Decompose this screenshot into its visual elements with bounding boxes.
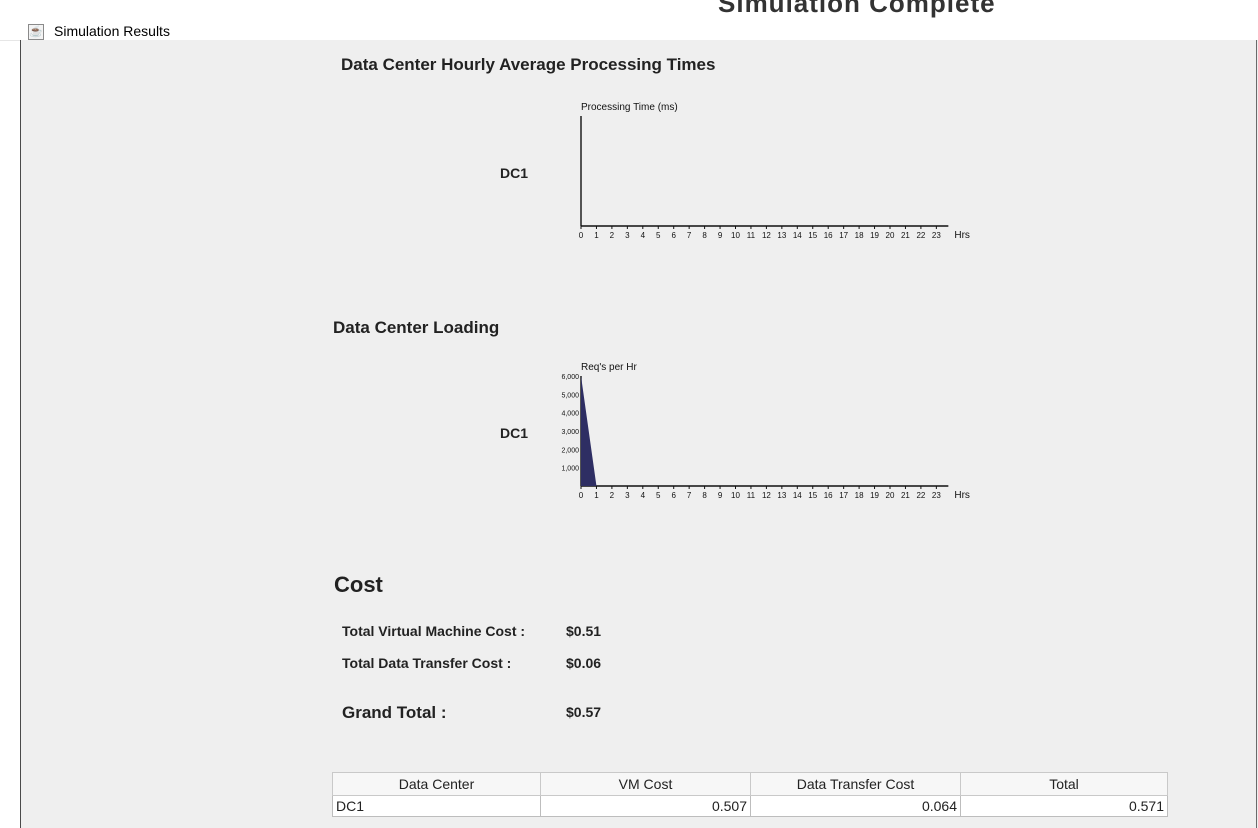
x-tick-label: 18 xyxy=(855,231,864,240)
grand-total-label: Grand Total : xyxy=(342,703,447,722)
x-tick-label: 12 xyxy=(762,491,771,500)
x-tick-label: 2 xyxy=(610,231,615,240)
series-area-dc1 xyxy=(581,376,937,486)
x-tick-label: 15 xyxy=(808,231,817,240)
x-tick-label: 14 xyxy=(793,231,802,240)
x-tick-label: 19 xyxy=(870,231,879,240)
processing-time-chart: Processing Time (ms)0 1 2 3 4 5 6 7 8 9 10 11 12 13 14… xyxy=(579,102,970,241)
x-tick-label: 11 xyxy=(747,491,756,500)
y-axis-label: Req's per Hr xyxy=(581,362,637,373)
x-tick-label: 16 xyxy=(824,491,833,500)
x-tick-label: 22 xyxy=(916,231,925,240)
x-axis-label: Hrs xyxy=(954,490,970,501)
x-tick-label: 7 xyxy=(687,231,692,240)
table-row[interactable]: DC1 0.507 0.064 0.571 xyxy=(332,795,1168,817)
x-tick-label: 3 xyxy=(625,231,630,240)
cell-data-transfer-cost[interactable]: 0.064 xyxy=(750,795,961,817)
x-tick-label: 8 xyxy=(702,231,707,240)
x-tick-label: 23 xyxy=(932,231,941,240)
x-tick-label: 17 xyxy=(839,491,848,500)
x-tick-label: 16 xyxy=(824,231,833,240)
loading-dc-label: DC1 xyxy=(500,425,529,441)
x-tick-label: 5 xyxy=(656,231,661,240)
x-tick-label: 8 xyxy=(702,491,707,500)
window-right-border xyxy=(1256,40,1257,828)
x-tick-label: 17 xyxy=(839,231,848,240)
processing-section-title: Data Center Hourly Average Processing Ti… xyxy=(341,55,716,74)
x-tick-label: 10 xyxy=(731,491,740,500)
vm-cost-label: Total Virtual Machine Cost : xyxy=(342,623,526,639)
column-header-data-transfer-cost[interactable]: Data Transfer Cost xyxy=(750,772,961,796)
x-tick-label: 19 xyxy=(870,491,879,500)
table-header-row: Data Center VM Cost Data Transfer Cost T… xyxy=(332,772,1168,796)
x-tick-label: 0 xyxy=(579,491,584,500)
x-tick-label: 4 xyxy=(641,491,646,500)
x-tick-label: 21 xyxy=(901,231,910,240)
x-tick-label: 21 xyxy=(901,491,910,500)
x-tick-label: 20 xyxy=(886,491,895,500)
x-axis-label: Hrs xyxy=(954,230,970,241)
cost-table[interactable]: Data Center VM Cost Data Transfer Cost T… xyxy=(332,772,1168,817)
x-tick-label: 12 xyxy=(762,231,771,240)
x-tick-label: 9 xyxy=(718,231,723,240)
x-tick-label: 9 xyxy=(718,491,723,500)
y-tick-label: 6,000 xyxy=(561,374,579,381)
y-tick-label: 1,000 xyxy=(561,466,579,473)
loading-section-title: Data Center Loading xyxy=(333,318,500,337)
x-tick-label: 4 xyxy=(641,231,646,240)
y-axis-label: Processing Time (ms) xyxy=(581,102,678,113)
cell-total[interactable]: 0.571 xyxy=(960,795,1168,817)
x-tick-label: 13 xyxy=(777,231,786,240)
column-header-total[interactable]: Total xyxy=(960,772,1168,796)
y-tick-label: 4,000 xyxy=(561,411,579,418)
x-tick-label: 1 xyxy=(594,491,599,500)
transfer-cost-label: Total Data Transfer Cost : xyxy=(342,655,512,671)
x-tick-label: 0 xyxy=(579,231,584,240)
cell-vm-cost[interactable]: 0.507 xyxy=(540,795,751,817)
x-tick-label: 5 xyxy=(656,491,661,500)
title-bar: ☕ Simulation Results xyxy=(0,0,1258,41)
x-tick-label: 20 xyxy=(886,231,895,240)
y-tick-label: 2,000 xyxy=(561,447,579,454)
x-tick-label: 6 xyxy=(671,491,676,500)
x-tick-label: 14 xyxy=(793,491,802,500)
processing-dc-label: DC1 xyxy=(500,165,529,181)
java-icon: ☕ xyxy=(28,24,44,40)
column-header-data-center[interactable]: Data Center xyxy=(332,772,541,796)
x-tick-label: 18 xyxy=(855,491,864,500)
column-header-vm-cost[interactable]: VM Cost xyxy=(540,772,751,796)
x-tick-label: 10 xyxy=(731,231,740,240)
cost-title: Cost xyxy=(334,572,383,597)
x-tick-label: 6 xyxy=(671,231,676,240)
loading-chart: Req's per Hr 1,000 2,000 3,000 4,000 5,000 6,0… xyxy=(561,362,970,501)
y-tick-label: 3,000 xyxy=(561,429,579,436)
x-tick-label: 13 xyxy=(777,491,786,500)
vm-cost-value: $0.51 xyxy=(566,623,602,639)
x-tick-label: 23 xyxy=(932,491,941,500)
cell-data-center[interactable]: DC1 xyxy=(332,795,541,817)
x-tick-label: 2 xyxy=(610,491,615,500)
x-tick-label: 3 xyxy=(625,491,630,500)
grand-total-value: $0.57 xyxy=(566,704,602,720)
window-title: Simulation Results xyxy=(54,23,170,39)
x-tick-label: 15 xyxy=(808,491,817,500)
overflow-heading: Simulation Complete xyxy=(718,0,996,18)
x-tick-label: 11 xyxy=(747,231,756,240)
x-tick-label: 22 xyxy=(916,491,925,500)
x-tick-label: 7 xyxy=(687,491,692,500)
transfer-cost-value: $0.06 xyxy=(566,655,602,671)
y-tick-label: 5,000 xyxy=(561,392,579,399)
x-tick-label: 1 xyxy=(594,231,599,240)
